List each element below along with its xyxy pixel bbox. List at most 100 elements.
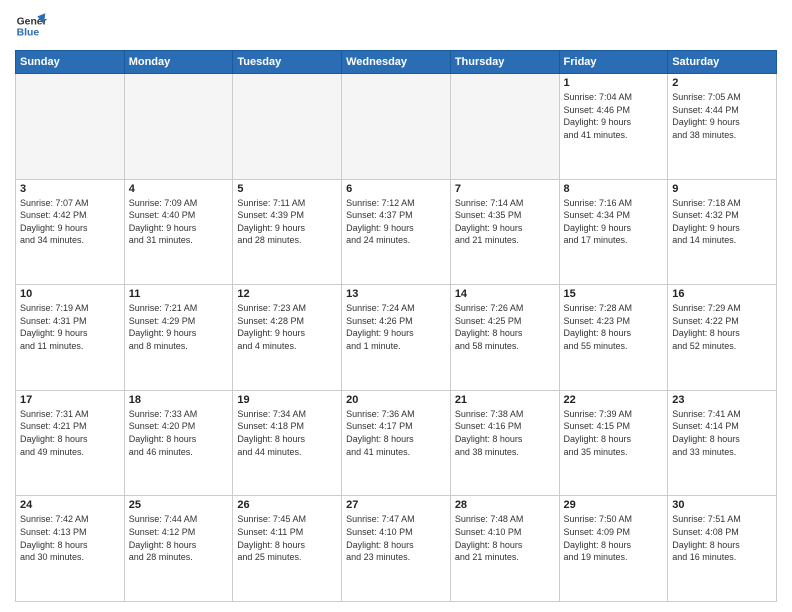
weekday-header-friday: Friday [559, 51, 668, 74]
calendar-cell: 28 Sunrise: 7:48 AM Sunset: 4:10 PM Dayli… [450, 496, 559, 602]
calendar-cell: 26 Sunrise: 7:45 AM Sunset: 4:11 PM Dayli… [233, 496, 342, 602]
week-row-5: 24 Sunrise: 7:42 AM Sunset: 4:13 PM Dayli… [16, 496, 777, 602]
weekday-header-thursday: Thursday [450, 51, 559, 74]
calendar-cell: 29 Sunrise: 7:50 AM Sunset: 4:09 PM Dayli… [559, 496, 668, 602]
day-number: 15 [564, 288, 664, 300]
day-info: Sunrise: 7:28 AM Sunset: 4:23 PM Dayligh… [564, 302, 664, 352]
day-number: 1 [564, 77, 664, 89]
day-number: 5 [237, 183, 337, 195]
calendar-cell: 11Sunrise: 7:21 AM Sunset: 4:29 PM Dayli… [124, 285, 233, 391]
day-number: 2 [672, 77, 772, 89]
calendar-cell: 21 Sunrise: 7:38 AM Sunset: 4:16 PM Dayli… [450, 390, 559, 496]
day-info: Sunrise: 7:12 AM Sunset: 4:37 PM Dayligh… [346, 197, 446, 247]
day-info: Sunrise: 7:29 AM Sunset: 4:22 PM Dayligh… [672, 302, 772, 352]
day-info: Sunrise: 7:36 AM Sunset: 4:17 PM Dayligh… [346, 408, 446, 458]
calendar-cell: 22Sunrise: 7:39 AM Sunset: 4:15 PM Dayli… [559, 390, 668, 496]
week-row-3: 10 Sunrise: 7:19 AM Sunset: 4:31 PM Dayli… [16, 285, 777, 391]
day-info: Sunrise: 7:44 AM Sunset: 4:12 PM Dayligh… [129, 513, 229, 563]
calendar-cell: 10 Sunrise: 7:19 AM Sunset: 4:31 PM Dayli… [16, 285, 125, 391]
day-info: Sunrise: 7:04 AM Sunset: 4:46 PM Dayligh… [564, 91, 664, 141]
day-number: 29 [564, 499, 664, 511]
calendar-cell: 4 Sunrise: 7:09 AM Sunset: 4:40 PM Daylig… [124, 179, 233, 285]
day-info: Sunrise: 7:41 AM Sunset: 4:14 PM Dayligh… [672, 408, 772, 458]
weekday-header-monday: Monday [124, 51, 233, 74]
calendar-cell: 13 Sunrise: 7:24 AM Sunset: 4:26 PM Dayli… [342, 285, 451, 391]
calendar-cell: 5 Sunrise: 7:11 AM Sunset: 4:39 PM Daylig… [233, 179, 342, 285]
calendar-cell: 24 Sunrise: 7:42 AM Sunset: 4:13 PM Dayli… [16, 496, 125, 602]
day-info: Sunrise: 7:45 AM Sunset: 4:11 PM Dayligh… [237, 513, 337, 563]
calendar-cell: 19 Sunrise: 7:34 AM Sunset: 4:18 PM Dayli… [233, 390, 342, 496]
weekday-header-row: SundayMondayTuesdayWednesdayThursdayFrid… [16, 51, 777, 74]
day-number: 8 [564, 183, 664, 195]
day-number: 4 [129, 183, 229, 195]
day-info: Sunrise: 7:51 AM Sunset: 4:08 PM Dayligh… [672, 513, 772, 563]
day-number: 26 [237, 499, 337, 511]
calendar-cell: 3Sunrise: 7:07 AM Sunset: 4:42 PM Daylig… [16, 179, 125, 285]
day-info: Sunrise: 7:23 AM Sunset: 4:28 PM Dayligh… [237, 302, 337, 352]
day-number: 24 [20, 499, 120, 511]
calendar-cell: 30Sunrise: 7:51 AM Sunset: 4:08 PM Dayli… [668, 496, 777, 602]
calendar-cell: 20 Sunrise: 7:36 AM Sunset: 4:17 PM Dayli… [342, 390, 451, 496]
day-info: Sunrise: 7:50 AM Sunset: 4:09 PM Dayligh… [564, 513, 664, 563]
day-number: 25 [129, 499, 229, 511]
day-number: 28 [455, 499, 555, 511]
week-row-4: 17Sunrise: 7:31 AM Sunset: 4:21 PM Dayli… [16, 390, 777, 496]
day-info: Sunrise: 7:24 AM Sunset: 4:26 PM Dayligh… [346, 302, 446, 352]
calendar-cell: 12 Sunrise: 7:23 AM Sunset: 4:28 PM Dayli… [233, 285, 342, 391]
calendar-cell: 18 Sunrise: 7:33 AM Sunset: 4:20 PM Dayli… [124, 390, 233, 496]
day-info: Sunrise: 7:38 AM Sunset: 4:16 PM Dayligh… [455, 408, 555, 458]
day-number: 22 [564, 394, 664, 406]
day-number: 14 [455, 288, 555, 300]
day-number: 3 [20, 183, 120, 195]
day-number: 11 [129, 288, 229, 300]
calendar-cell [16, 74, 125, 180]
day-number: 16 [672, 288, 772, 300]
calendar-cell: 25 Sunrise: 7:44 AM Sunset: 4:12 PM Dayli… [124, 496, 233, 602]
week-row-2: 3Sunrise: 7:07 AM Sunset: 4:42 PM Daylig… [16, 179, 777, 285]
day-number: 23 [672, 394, 772, 406]
day-info: Sunrise: 7:34 AM Sunset: 4:18 PM Dayligh… [237, 408, 337, 458]
calendar-cell: 7 Sunrise: 7:14 AM Sunset: 4:35 PM Daylig… [450, 179, 559, 285]
day-number: 10 [20, 288, 120, 300]
day-info: Sunrise: 7:05 AM Sunset: 4:44 PM Dayligh… [672, 91, 772, 141]
day-info: Sunrise: 7:48 AM Sunset: 4:10 PM Dayligh… [455, 513, 555, 563]
day-info: Sunrise: 7:14 AM Sunset: 4:35 PM Dayligh… [455, 197, 555, 247]
day-number: 7 [455, 183, 555, 195]
day-info: Sunrise: 7:47 AM Sunset: 4:10 PM Dayligh… [346, 513, 446, 563]
calendar-cell: 15 Sunrise: 7:28 AM Sunset: 4:23 PM Dayli… [559, 285, 668, 391]
calendar-cell [124, 74, 233, 180]
calendar-cell [233, 74, 342, 180]
day-number: 17 [20, 394, 120, 406]
day-info: Sunrise: 7:42 AM Sunset: 4:13 PM Dayligh… [20, 513, 120, 563]
weekday-header-tuesday: Tuesday [233, 51, 342, 74]
calendar-cell: 17Sunrise: 7:31 AM Sunset: 4:21 PM Dayli… [16, 390, 125, 496]
calendar-cell: 9Sunrise: 7:18 AM Sunset: 4:32 PM Daylig… [668, 179, 777, 285]
day-info: Sunrise: 7:18 AM Sunset: 4:32 PM Dayligh… [672, 197, 772, 247]
logo-icon: General Blue [15, 10, 47, 42]
calendar-cell: 14 Sunrise: 7:26 AM Sunset: 4:25 PM Dayli… [450, 285, 559, 391]
header: General Blue [15, 10, 777, 42]
day-number: 13 [346, 288, 446, 300]
weekday-header-saturday: Saturday [668, 51, 777, 74]
calendar-cell: 2 Sunrise: 7:05 AM Sunset: 4:44 PM Daylig… [668, 74, 777, 180]
weekday-header-sunday: Sunday [16, 51, 125, 74]
day-info: Sunrise: 7:11 AM Sunset: 4:39 PM Dayligh… [237, 197, 337, 247]
day-number: 12 [237, 288, 337, 300]
svg-text:Blue: Blue [17, 28, 40, 39]
day-number: 18 [129, 394, 229, 406]
calendar-cell: 27 Sunrise: 7:47 AM Sunset: 4:10 PM Dayli… [342, 496, 451, 602]
day-info: Sunrise: 7:19 AM Sunset: 4:31 PM Dayligh… [20, 302, 120, 352]
calendar-cell: 8Sunrise: 7:16 AM Sunset: 4:34 PM Daylig… [559, 179, 668, 285]
calendar-cell: 23 Sunrise: 7:41 AM Sunset: 4:14 PM Dayli… [668, 390, 777, 496]
day-number: 21 [455, 394, 555, 406]
calendar-cell: 16 Sunrise: 7:29 AM Sunset: 4:22 PM Dayli… [668, 285, 777, 391]
day-info: Sunrise: 7:09 AM Sunset: 4:40 PM Dayligh… [129, 197, 229, 247]
day-number: 19 [237, 394, 337, 406]
day-info: Sunrise: 7:26 AM Sunset: 4:25 PM Dayligh… [455, 302, 555, 352]
day-info: Sunrise: 7:33 AM Sunset: 4:20 PM Dayligh… [129, 408, 229, 458]
calendar-cell: 1 Sunrise: 7:04 AM Sunset: 4:46 PM Daylig… [559, 74, 668, 180]
day-number: 20 [346, 394, 446, 406]
day-number: 27 [346, 499, 446, 511]
weekday-header-wednesday: Wednesday [342, 51, 451, 74]
day-number: 6 [346, 183, 446, 195]
